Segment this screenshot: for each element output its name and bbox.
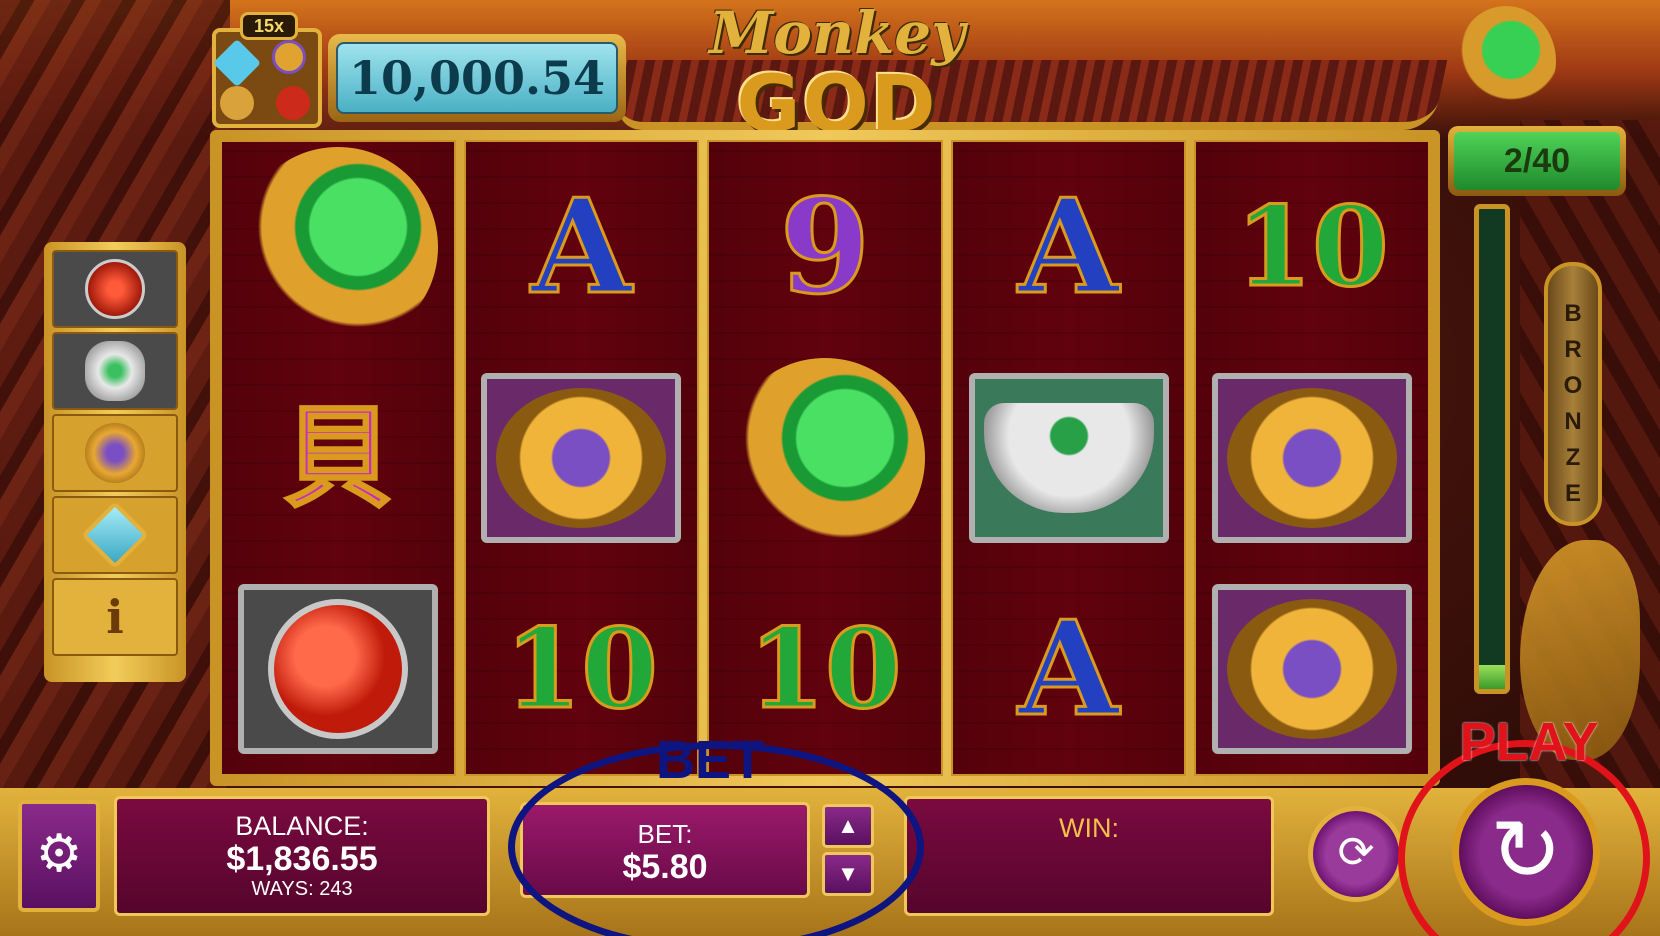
logo-line-1: Monkey: [709, 0, 965, 67]
paytable-gem[interactable]: [52, 496, 178, 574]
ingot-icon: [220, 86, 254, 120]
glyph-symbol: A: [529, 170, 633, 324]
reel-cell: 9: [709, 142, 941, 353]
info-button[interactable]: i: [52, 578, 178, 656]
reel-cell: [709, 353, 941, 564]
glyph-symbol: 10: [1234, 182, 1390, 312]
multiplier-badge: 15x: [240, 12, 298, 40]
reel-cell: A: [466, 142, 698, 353]
koi-wild-icon: [237, 147, 438, 348]
free-spins-progress-fill: [1479, 665, 1505, 689]
lantern-icon: [267, 598, 408, 739]
coins-symbol: [481, 373, 682, 543]
win-panel: WIN:: [904, 796, 1274, 916]
lantern-icon: [85, 259, 145, 319]
glyph-symbol: A: [1017, 591, 1121, 745]
koi-wild-icon: [724, 358, 925, 558]
gem-icon: [81, 501, 149, 569]
gear-icon: ⚙: [35, 825, 83, 883]
balance-value: $1,836.55: [226, 840, 378, 878]
level-label: BRONZE: [1548, 296, 1598, 512]
coins-symbol: [1212, 583, 1413, 754]
free-spins-value: 2/40: [1454, 132, 1620, 190]
level-letter: B: [1564, 300, 1582, 327]
lantern-icon: [276, 86, 310, 120]
reel-4: A A: [950, 140, 1187, 776]
coins-icon: [496, 388, 667, 528]
autoplay-icon: ⟳: [1337, 828, 1375, 877]
paytable-ingot[interactable]: [52, 332, 178, 410]
free-spins-counter: 2/40: [1448, 126, 1626, 196]
level-letter: E: [1564, 480, 1581, 507]
free-spins-progress: [1474, 204, 1510, 694]
balance-panel: BALANCE: $1,836.55 WAYS: 243: [114, 796, 490, 916]
settings-button[interactable]: ⚙: [18, 800, 100, 912]
game-logo: Monkey GOD: [694, 0, 980, 150]
lantern-symbol: [237, 583, 438, 754]
coins-icon: [85, 423, 145, 483]
jackpot-value: 10,000.54: [336, 42, 618, 114]
reel-cell: [466, 353, 698, 564]
reel-1: 貝: [220, 140, 456, 776]
ingot-icon: [983, 403, 1154, 513]
paytable-coins[interactable]: [52, 414, 178, 492]
reel-frame: 貝 A 10 9 10 A A 10: [210, 130, 1440, 786]
reel-cell: [1196, 563, 1428, 774]
autoplay-button[interactable]: ⟳: [1308, 806, 1404, 902]
reel-cell: [1196, 353, 1428, 564]
level-letter: Z: [1565, 444, 1581, 471]
level-plate: BRONZE: [1544, 262, 1602, 526]
ingot-symbol: [968, 373, 1169, 543]
ingot-icon: [85, 341, 145, 401]
level-letter: O: [1563, 372, 1583, 399]
reel-cell: 貝: [222, 353, 454, 564]
level-letter: N: [1564, 408, 1582, 435]
glyph-symbol: A: [1017, 170, 1121, 324]
ways-label: WAYS: 243: [251, 878, 353, 900]
reels: 貝 A 10 9 10 A A 10: [220, 140, 1430, 776]
reel-cell: 10: [1196, 142, 1428, 353]
coins-symbol: [1212, 373, 1413, 543]
glyph-symbol: 貝: [281, 393, 394, 522]
jackpot-display: 10,000.54: [328, 34, 626, 122]
bet-annotation: BET: [656, 730, 764, 790]
coins-icon: [1227, 388, 1398, 528]
glyph-symbol: 9: [778, 170, 871, 324]
glyph-symbol: 10: [747, 603, 903, 733]
coins-icon: [272, 40, 306, 74]
glyph-symbol: 10: [503, 603, 659, 733]
reel-cell: [222, 563, 454, 774]
coins-icon: [1227, 598, 1398, 739]
reel-cell: A: [953, 563, 1185, 774]
reel-cell: [222, 142, 454, 353]
paytable-panel: i: [44, 242, 186, 682]
reel-cell: A: [953, 142, 1185, 353]
koi-ornament-icon: [1456, 6, 1556, 116]
reel-cell: [953, 353, 1185, 564]
reel-5: 10: [1194, 140, 1430, 776]
balance-label: BALANCE:: [235, 811, 369, 841]
reel-2: A 10: [463, 140, 700, 776]
reel-3: 9 10: [707, 140, 943, 776]
play-annotation: PLAY: [1459, 712, 1599, 772]
paytable-lantern[interactable]: [52, 250, 178, 328]
win-label: WIN:: [1059, 813, 1119, 843]
level-letter: R: [1564, 336, 1582, 363]
